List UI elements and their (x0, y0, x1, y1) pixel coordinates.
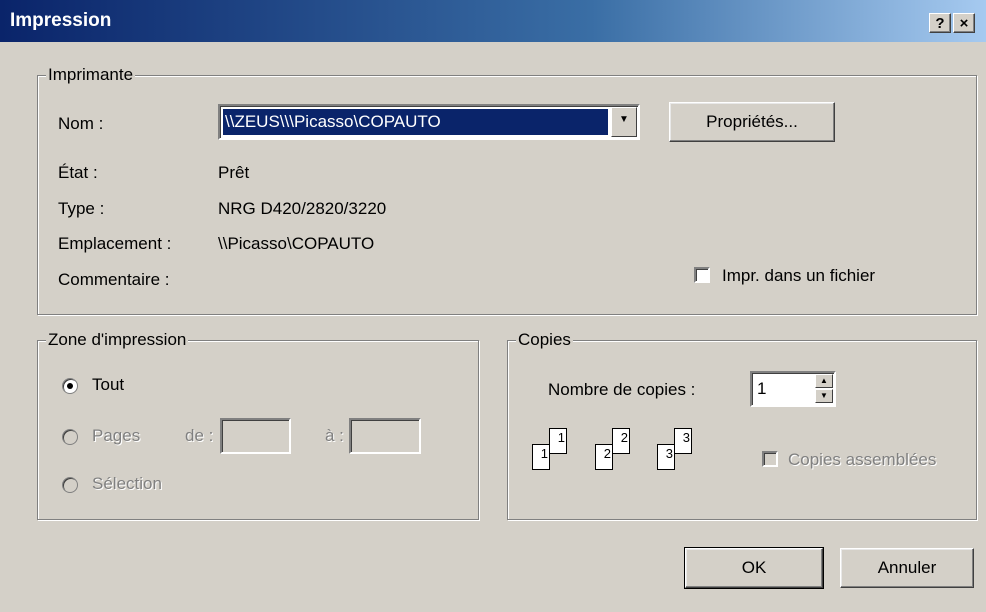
range-from-label: de : (185, 426, 214, 445)
range-to-input[interactable] (349, 418, 421, 454)
collate-label[interactable]: Copies assemblées (788, 450, 936, 470)
cancel-button[interactable]: Annuler (840, 548, 974, 588)
properties-button-label: Propriétés... (706, 112, 798, 131)
properties-button[interactable]: Propriétés... (669, 102, 835, 142)
copies-count-label: Nombre de copies : (548, 380, 696, 399)
dropdown-arrow-icon[interactable]: ▼ (611, 107, 637, 137)
cancel-button-label: Annuler (877, 558, 937, 577)
range-to-label: à : (325, 426, 344, 445)
radio-selected-dot-icon (67, 383, 73, 389)
printer-group-label: Imprimante (46, 65, 136, 85)
copies-group: Copies (507, 330, 977, 520)
range-all-label[interactable]: Tout (92, 375, 124, 395)
printer-name-label: Nom : (58, 114, 104, 133)
page-icon: 1 (532, 444, 550, 470)
window-title: Impression (10, 10, 112, 31)
range-from-input[interactable] (220, 418, 291, 454)
ok-button-label: OK (741, 558, 767, 577)
copies-count-value: 1 (757, 379, 767, 398)
spin-down-icon[interactable]: ▼ (815, 389, 833, 403)
printer-name-combobox[interactable]: \\ZEUS\\\Picasso\COPAUTO ▼ (218, 104, 640, 140)
location-value: \\Picasso\COPAUTO (218, 234, 375, 253)
copies-group-label: Copies (516, 330, 573, 350)
close-icon: × (959, 15, 969, 32)
range-pages-label[interactable]: Pages (92, 426, 140, 446)
print-dialog: Impression ? × Imprimante Nom : \\ZEUS\\… (0, 0, 986, 612)
comment-label: Commentaire : (58, 270, 170, 289)
close-button[interactable]: × (953, 13, 975, 33)
page-icon: 1 (549, 428, 567, 454)
page-icon: 2 (595, 444, 613, 470)
page-icon: 2 (612, 428, 630, 454)
page-icon: 3 (674, 428, 692, 454)
printer-name-value: \\ZEUS\\\Picasso\COPAUTO (223, 109, 608, 135)
help-button[interactable]: ? (929, 13, 951, 33)
page-icon: 3 (657, 444, 675, 470)
print-range-group-label: Zone d'impression (46, 330, 189, 350)
collate-checkbox[interactable] (762, 451, 778, 467)
title-bar[interactable]: Impression ? × (0, 0, 986, 42)
location-label: Emplacement : (58, 234, 172, 253)
status-label: État : (58, 163, 98, 182)
copies-count-input[interactable]: 1 ▲ ▼ (750, 371, 836, 407)
help-icon: ? (935, 15, 945, 32)
ok-button[interactable]: OK (684, 547, 824, 589)
type-value: NRG D420/2820/3220 (218, 199, 387, 218)
print-to-file-checkbox[interactable] (694, 267, 710, 283)
print-to-file-label[interactable]: Impr. dans un fichier (722, 266, 875, 286)
range-selection-label[interactable]: Sélection (92, 474, 162, 494)
type-label: Type : (58, 199, 105, 218)
spin-up-icon[interactable]: ▲ (815, 374, 833, 388)
range-all-radio[interactable] (62, 378, 78, 394)
status-value: Prêt (218, 163, 250, 182)
range-selection-radio[interactable] (62, 477, 78, 493)
range-pages-radio[interactable] (62, 429, 78, 445)
